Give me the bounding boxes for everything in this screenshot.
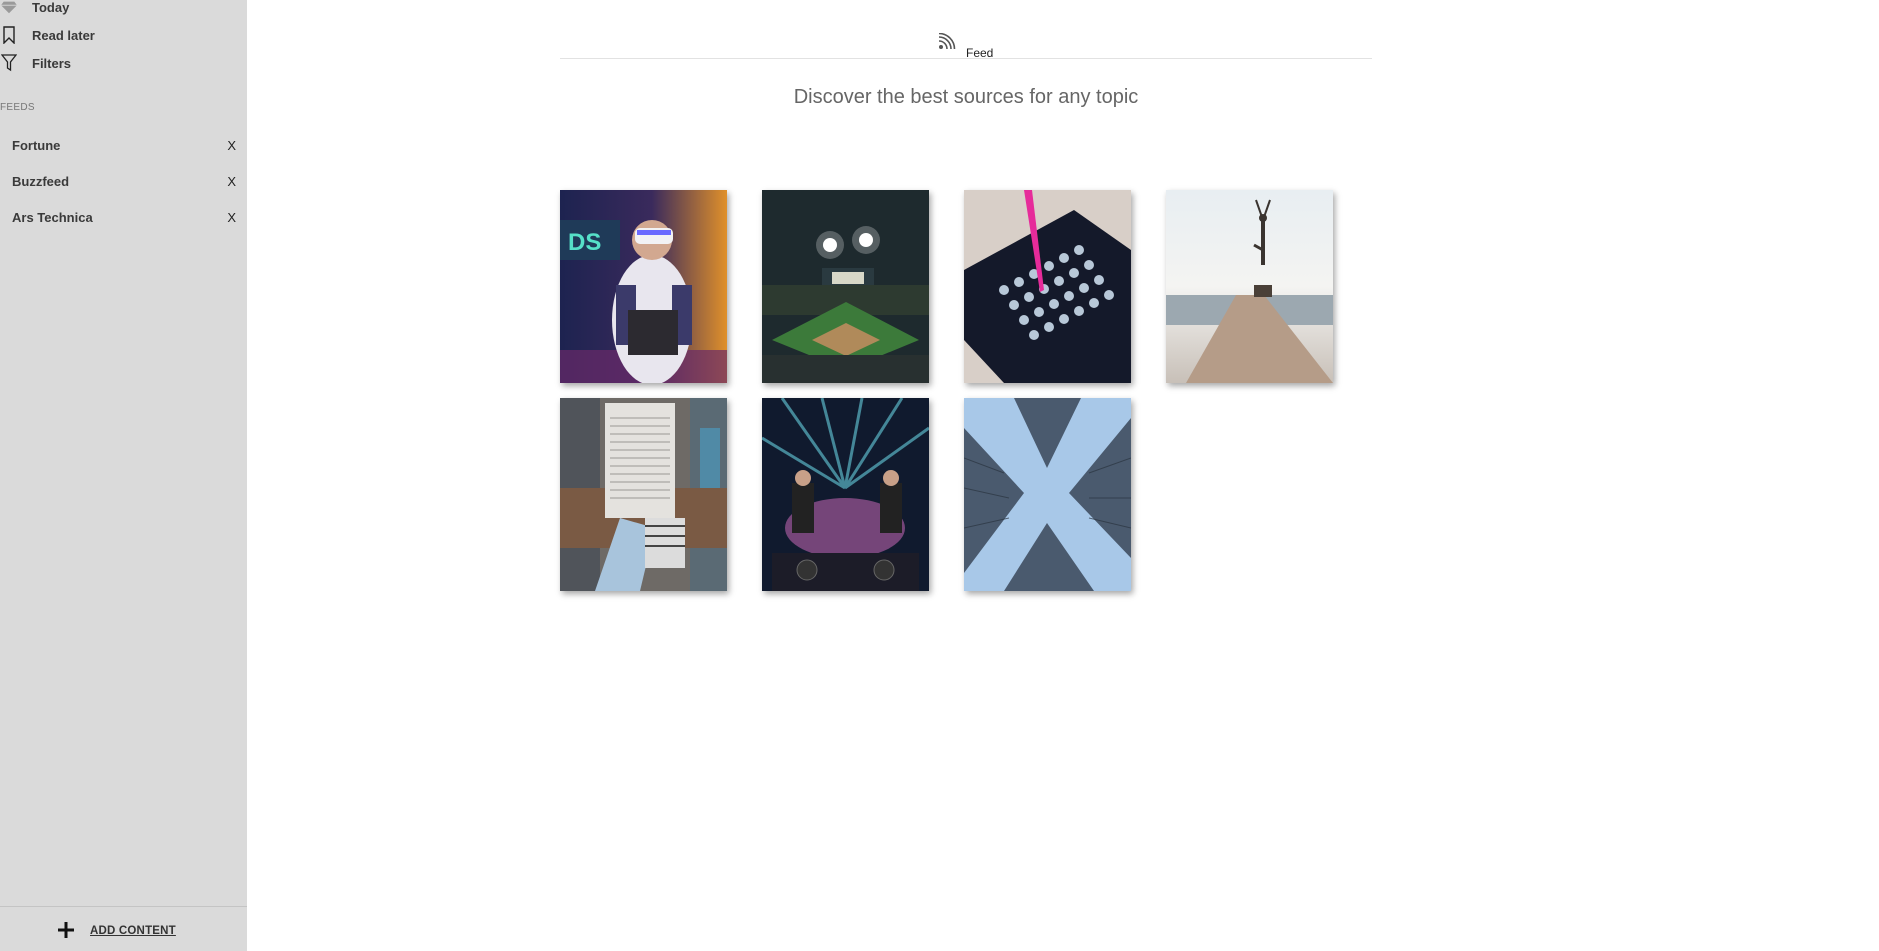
topic-tile-architecture[interactable] bbox=[964, 398, 1131, 591]
feed-item-buzzfeed[interactable]: Buzzfeed X bbox=[0, 170, 247, 192]
skyscrapers-photo bbox=[964, 398, 1131, 591]
remove-feed-button[interactable]: X bbox=[227, 138, 236, 153]
svg-text:DS: DS bbox=[568, 229, 601, 256]
bookmark-icon bbox=[1, 26, 17, 44]
feeds-heading: FEEDS bbox=[0, 102, 35, 113]
lab-pipette-photo bbox=[964, 190, 1131, 383]
remove-feed-button[interactable]: X bbox=[227, 174, 236, 189]
header: Feed bbox=[560, 30, 1372, 60]
topic-tile-sports[interactable] bbox=[762, 190, 929, 383]
topic-tile-music[interactable] bbox=[762, 398, 929, 591]
feed-name: Fortune bbox=[12, 138, 61, 153]
nav-filters[interactable]: Filters bbox=[0, 53, 247, 73]
nav-read-later[interactable]: Read later bbox=[0, 25, 247, 45]
remove-feed-button[interactable]: X bbox=[227, 210, 236, 225]
feed-item-fortune[interactable]: Fortune X bbox=[0, 134, 247, 156]
topic-tile-news[interactable] bbox=[560, 398, 727, 591]
topic-tile-vr[interactable]: DS bbox=[560, 190, 727, 383]
yoga-pier-photo bbox=[1166, 190, 1333, 383]
plus-icon bbox=[57, 921, 77, 942]
filter-icon bbox=[1, 54, 17, 72]
gem-icon bbox=[1, 0, 17, 16]
baseball-stadium-photo bbox=[762, 190, 929, 383]
tab-feed[interactable]: Feed bbox=[938, 32, 993, 60]
nav-today-label: Today bbox=[32, 0, 70, 15]
add-content-button[interactable]: ADD CONTENT bbox=[57, 919, 176, 943]
newspaper-reader-photo bbox=[560, 398, 727, 591]
add-content-label: ADD CONTENT bbox=[90, 925, 176, 937]
tab-feed-label: Feed bbox=[966, 46, 994, 60]
concert-dj-photo bbox=[762, 398, 929, 591]
feed-item-ars-technica[interactable]: Ars Technica X bbox=[0, 206, 247, 228]
vr-headset-photo: DS bbox=[560, 190, 727, 383]
sidebar-divider bbox=[0, 906, 247, 907]
nav-read-later-label: Read later bbox=[32, 27, 95, 43]
feed-name: Buzzfeed bbox=[12, 174, 70, 189]
page-tagline: Discover the best sources for any topic bbox=[793, 86, 1139, 108]
topic-tile-science[interactable] bbox=[964, 190, 1131, 383]
nav-today[interactable]: Today bbox=[0, 0, 247, 17]
rss-icon bbox=[938, 32, 956, 55]
sidebar: Today Read later Filters FEEDS Fortune X… bbox=[0, 0, 247, 951]
feed-name: Ars Technica bbox=[12, 210, 93, 225]
topic-tile-wellness[interactable] bbox=[1166, 190, 1333, 383]
nav-filters-label: Filters bbox=[32, 55, 72, 71]
